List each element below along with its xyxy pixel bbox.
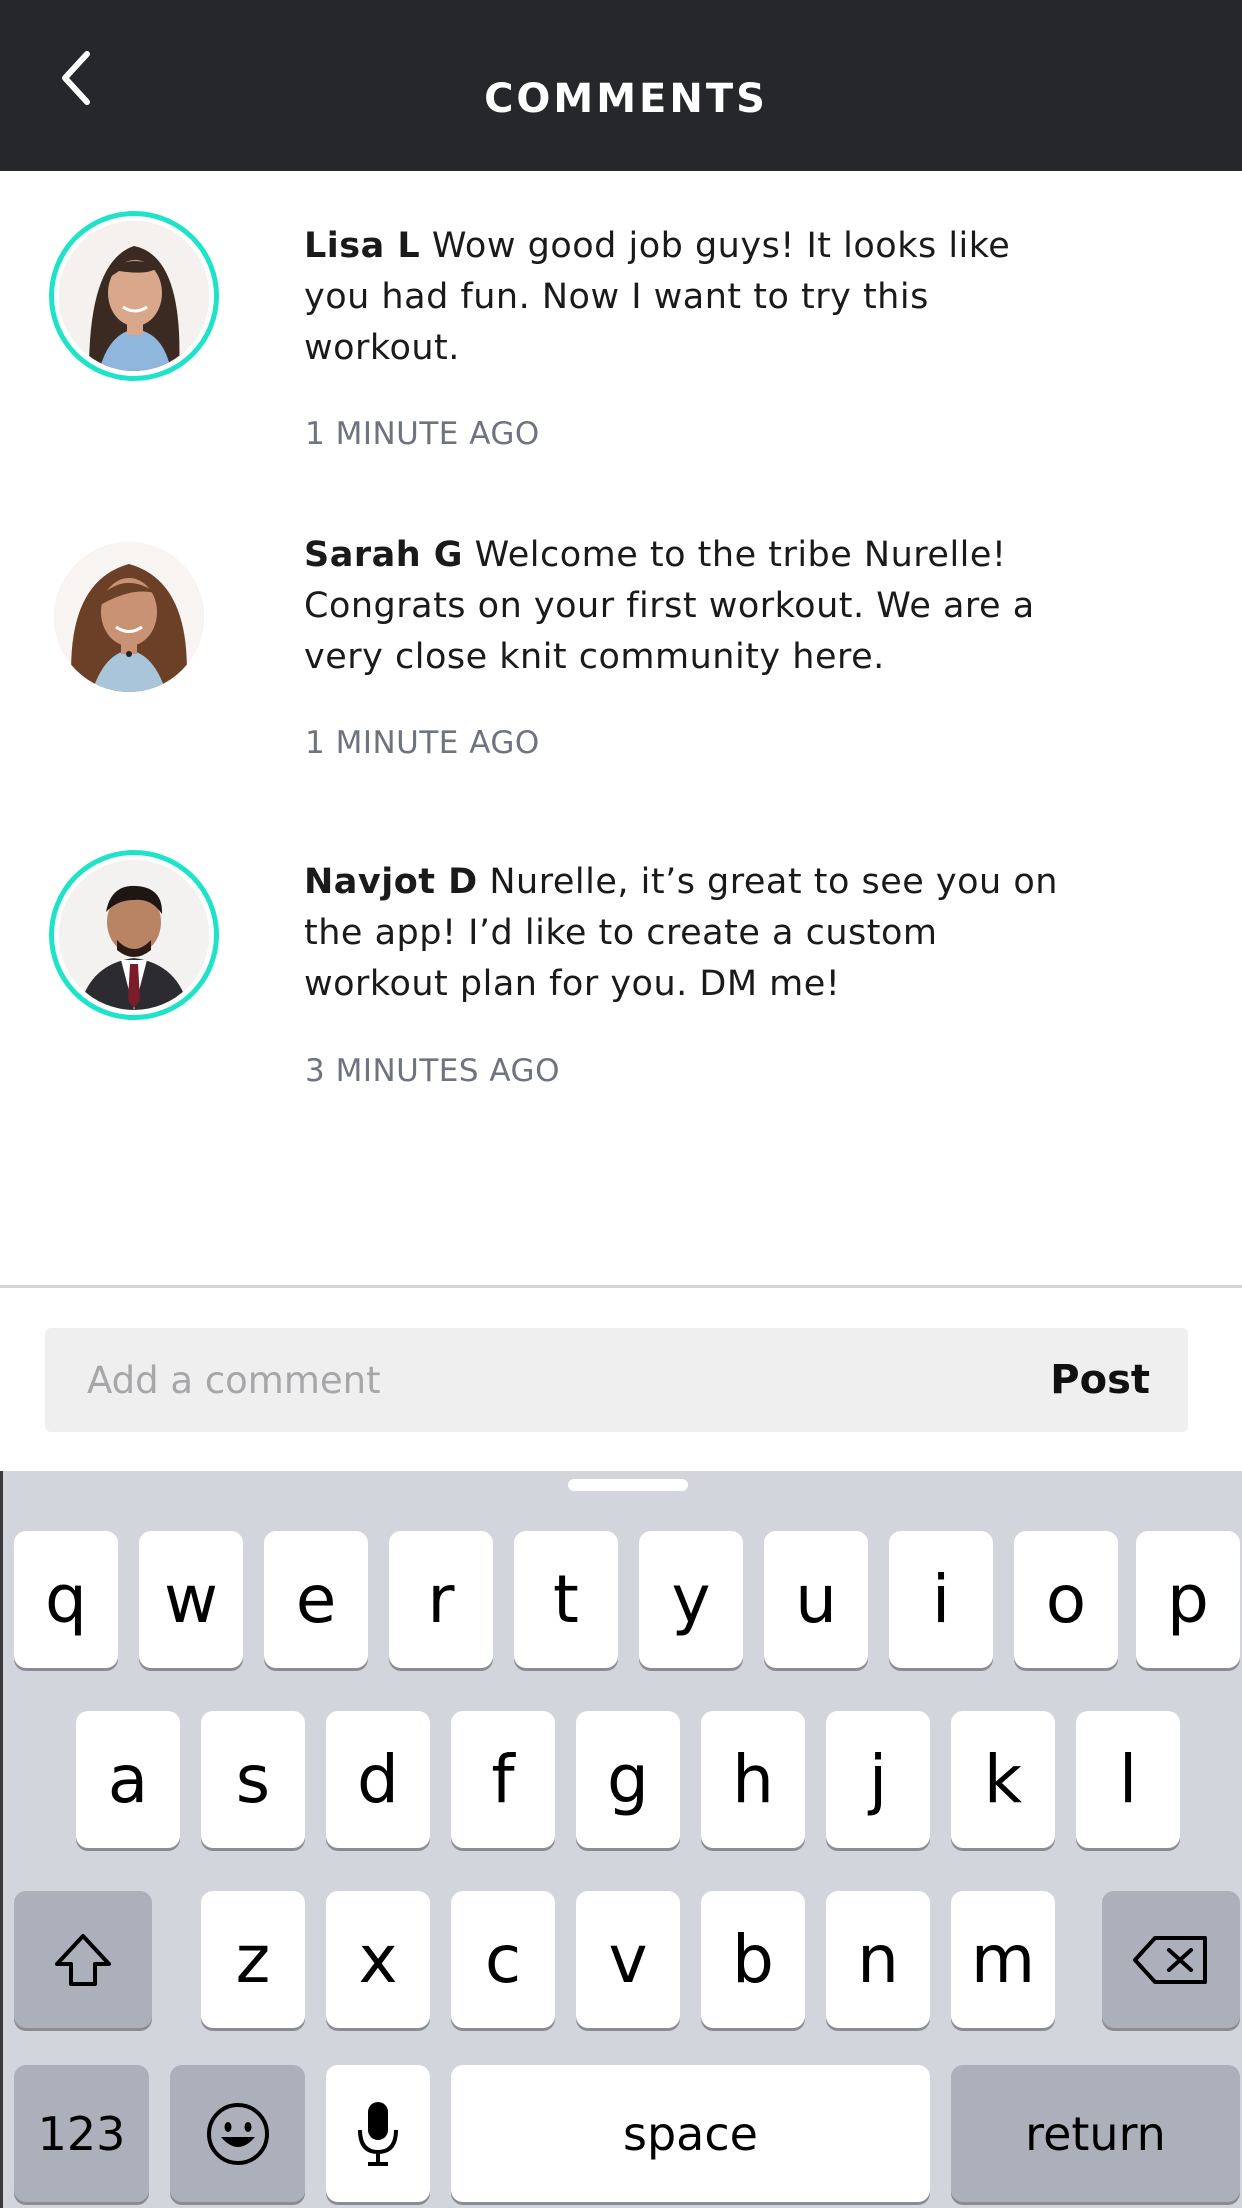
key-t[interactable]: t <box>514 1531 618 1668</box>
key-y[interactable]: y <box>639 1531 743 1668</box>
back-button[interactable] <box>40 38 110 118</box>
return-key[interactable]: return <box>951 2065 1240 2202</box>
key-j[interactable]: j <box>826 1711 930 1848</box>
comment-text: Lisa L Wow good job guys! It looks like … <box>304 221 1064 374</box>
comment-timestamp: 3 MINUTES AGO <box>305 1053 560 1089</box>
backspace-icon <box>1133 1935 1207 1984</box>
key-g[interactable]: g <box>576 1711 680 1848</box>
key-f[interactable]: f <box>451 1711 555 1848</box>
chevron-left-icon <box>62 51 90 105</box>
avatar[interactable] <box>44 532 214 702</box>
keyboard-grabber[interactable] <box>568 1479 688 1491</box>
key-c[interactable]: c <box>451 1891 555 2028</box>
key-k[interactable]: k <box>951 1711 1055 1848</box>
comment-text: Sarah G Welcome to the tribe Nurelle! Co… <box>304 530 1064 683</box>
avatar[interactable] <box>49 211 219 381</box>
comment-author[interactable]: Navjot D <box>304 862 478 902</box>
emoji-key[interactable] <box>170 2065 305 2202</box>
emoji-icon <box>206 2102 269 2165</box>
key-v[interactable]: v <box>576 1891 680 2028</box>
page-title: COMMENTS <box>484 76 768 122</box>
key-d[interactable]: d <box>326 1711 430 1848</box>
key-r[interactable]: r <box>389 1531 493 1668</box>
delete-key[interactable] <box>1102 1891 1240 2028</box>
post-button[interactable]: Post <box>1050 1328 1150 1432</box>
key-a[interactable]: a <box>76 1711 180 1848</box>
dictation-key[interactable] <box>326 2065 430 2202</box>
key-q[interactable]: q <box>14 1531 118 1668</box>
user-photo-navjot <box>59 860 209 1010</box>
key-i[interactable]: i <box>889 1531 993 1668</box>
key-z[interactable]: z <box>201 1891 305 2028</box>
key-h[interactable]: h <box>701 1711 805 1848</box>
top-bar: COMMENTS <box>0 0 1242 171</box>
key-m[interactable]: m <box>951 1891 1055 2028</box>
key-p[interactable]: p <box>1136 1531 1240 1668</box>
key-n[interactable]: n <box>826 1891 930 2028</box>
comment-author[interactable]: Sarah G <box>304 535 463 575</box>
key-o[interactable]: o <box>1014 1531 1118 1668</box>
shift-icon <box>55 1933 111 1986</box>
comment-composer: Add a comment Post <box>45 1328 1188 1432</box>
key-l[interactable]: l <box>1076 1711 1180 1848</box>
comment-timestamp: 1 MINUTE AGO <box>305 725 540 761</box>
user-photo-lisa <box>59 221 209 371</box>
comment-author[interactable]: Lisa L <box>304 226 420 266</box>
shift-key[interactable] <box>14 1891 152 2028</box>
key-s[interactable]: s <box>201 1711 305 1848</box>
divider <box>0 1285 1242 1288</box>
key-e[interactable]: e <box>264 1531 368 1668</box>
user-photo-sarah <box>54 542 204 692</box>
microphone-icon <box>358 2101 398 2166</box>
comment-input[interactable]: Add a comment <box>87 1328 987 1432</box>
comment-text: Navjot D Nurelle, it’s great to see you … <box>304 857 1064 1010</box>
numbers-key[interactable]: 123 <box>14 2065 149 2202</box>
space-key[interactable]: space <box>451 2065 930 2202</box>
comment-timestamp: 1 MINUTE AGO <box>305 416 540 452</box>
keyboard: q w e r t y u i o p a s d f g h j k l z … <box>0 1471 1242 2208</box>
key-w[interactable]: w <box>139 1531 243 1668</box>
avatar[interactable] <box>49 850 219 1020</box>
key-b[interactable]: b <box>701 1891 805 2028</box>
key-x[interactable]: x <box>326 1891 430 2028</box>
key-u[interactable]: u <box>764 1531 868 1668</box>
